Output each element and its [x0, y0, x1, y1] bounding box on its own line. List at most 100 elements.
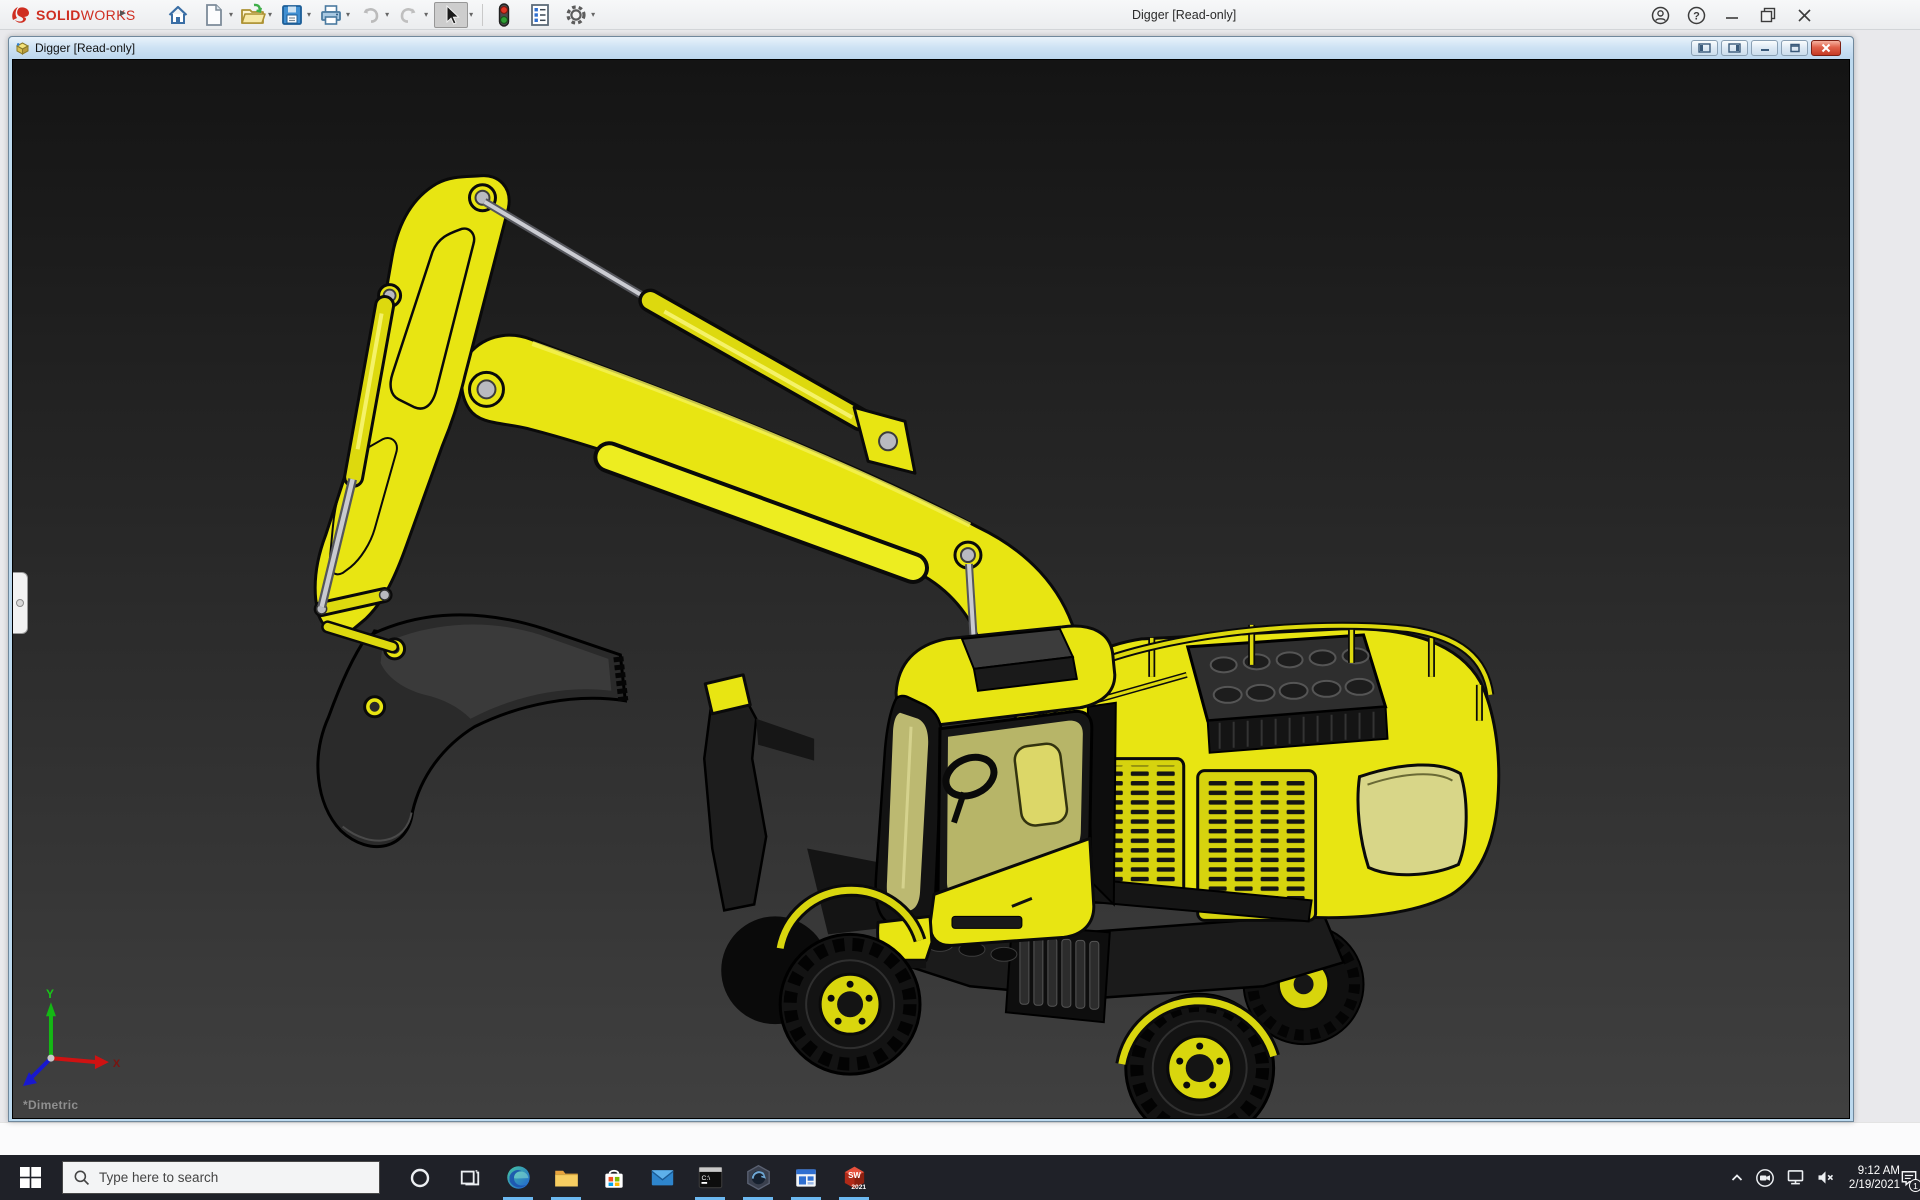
undo-button[interactable] — [356, 2, 384, 28]
file-properties-button[interactable] — [526, 2, 554, 28]
taskbar-app-file-explorer[interactable] — [542, 1155, 590, 1200]
file-properties-icon — [529, 3, 551, 27]
status-bar — [0, 1122, 1920, 1155]
excavator-model[interactable]: Y X — [13, 60, 1849, 1118]
restore-button[interactable] — [1758, 5, 1778, 25]
edge-icon — [505, 1164, 532, 1191]
tray-network-button[interactable] — [1780, 1155, 1810, 1200]
search-input[interactable] — [99, 1170, 349, 1185]
mail-icon — [649, 1164, 676, 1191]
taskbar-app-store[interactable] — [590, 1155, 638, 1200]
task-view-icon — [459, 1167, 481, 1189]
redo-dropdown-caret[interactable]: ▾ — [424, 11, 428, 19]
redo-button[interactable] — [395, 2, 423, 28]
graphics-viewport[interactable]: Y X *Dimetric — [12, 59, 1850, 1119]
windows-taskbar: C:\ SW2021 9:12 AM 2/19/2021 1 — [0, 1155, 1920, 1200]
quick-access-toolbar: ▾ ▾ ▾ ▾ ▾ ▾ ▾ — [164, 1, 601, 29]
doc-pane-right-button[interactable] — [1721, 40, 1748, 56]
redo-icon — [397, 3, 421, 27]
application-title: Digger [Read-only] — [1132, 8, 1236, 22]
doc-minimize-button[interactable] — [1751, 40, 1778, 56]
taskbar-search[interactable] — [62, 1161, 380, 1194]
cortana-icon — [409, 1167, 431, 1189]
part-document-icon — [15, 41, 30, 56]
app-window-controls: ? — [1650, 0, 1814, 30]
feature-pane-collapsed-tab[interactable] — [13, 572, 28, 634]
taskbar-app-edrawings[interactable] — [734, 1155, 782, 1200]
document-window-controls — [1691, 40, 1841, 56]
select-tool-button[interactable] — [434, 2, 468, 28]
view-orientation-label: *Dimetric — [23, 1098, 78, 1112]
cortana-button[interactable] — [396, 1155, 444, 1200]
new-document-button[interactable] — [200, 2, 228, 28]
document-titlebar[interactable]: Digger [Read-only] — [9, 37, 1853, 59]
options-dropdown-caret[interactable]: ▾ — [591, 11, 595, 19]
notification-badge: 1 — [1909, 1179, 1920, 1192]
cab-seat — [1013, 742, 1068, 827]
app-window-icon — [793, 1165, 819, 1191]
task-view-button[interactable] — [446, 1155, 494, 1200]
document-window: Digger [Read-only] — [8, 36, 1854, 1122]
toolbar-separator — [482, 4, 483, 26]
tray-meet-now-button[interactable] — [1750, 1155, 1780, 1200]
store-icon — [601, 1165, 627, 1191]
rebuild-button[interactable] — [490, 2, 518, 28]
home-icon — [166, 3, 190, 27]
open-icon — [240, 3, 266, 27]
account-button[interactable] — [1650, 5, 1670, 25]
close-button[interactable] — [1794, 5, 1814, 25]
action-center-button[interactable]: 1 — [1896, 1155, 1920, 1200]
body-side-window — [1358, 765, 1466, 875]
chevron-up-icon — [1729, 1170, 1745, 1186]
account-icon — [1651, 6, 1670, 25]
options-button[interactable] — [562, 2, 590, 28]
open-button[interactable] — [239, 2, 267, 28]
taskbar-app-cmd[interactable]: C:\ — [686, 1155, 734, 1200]
doc-pane-left-button[interactable] — [1691, 40, 1718, 56]
taskbar-app-solidworks[interactable]: SW2021 — [830, 1155, 878, 1200]
orientation-triad: Y X — [23, 987, 121, 1086]
open-dropdown-caret[interactable]: ▾ — [268, 11, 272, 19]
svg-text:?: ? — [1693, 10, 1700, 22]
restore-icon — [1760, 7, 1776, 23]
menu-expand-arrow[interactable]: ► — [118, 8, 128, 19]
undo-dropdown-caret[interactable]: ▾ — [385, 11, 389, 19]
undo-icon — [358, 3, 382, 27]
print-dropdown-caret[interactable]: ▾ — [346, 11, 350, 19]
help-button[interactable]: ? — [1686, 5, 1706, 25]
taskbar-app-edge[interactable] — [494, 1155, 542, 1200]
select-dropdown-caret[interactable]: ▾ — [469, 11, 473, 19]
save-button[interactable] — [278, 2, 306, 28]
windows-logo-icon — [20, 1167, 41, 1188]
document-title: Digger [Read-only] — [35, 41, 135, 55]
solidworks-2021-icon: SW2021 — [840, 1163, 869, 1192]
taskbar-app-blue-window[interactable] — [782, 1155, 830, 1200]
volume-muted-icon — [1815, 1167, 1836, 1188]
home-button[interactable] — [164, 2, 192, 28]
excavator-bucket[interactable] — [318, 615, 625, 847]
new-dropdown-caret[interactable]: ▾ — [229, 11, 233, 19]
minimize-icon — [1725, 8, 1739, 22]
taskbar-clock[interactable]: 9:12 AM 2/19/2021 — [1836, 1155, 1902, 1200]
close-icon — [1797, 8, 1812, 23]
print-button[interactable] — [317, 2, 345, 28]
save-dropdown-caret[interactable]: ▾ — [307, 11, 311, 19]
search-icon — [73, 1169, 90, 1186]
pane-tab-handle — [16, 599, 24, 607]
taskbar-app-mail[interactable] — [638, 1155, 686, 1200]
minimize-button[interactable] — [1722, 5, 1742, 25]
save-icon — [280, 3, 304, 27]
screen: SOLIDWORKS ► ▾ ▾ ▾ ▾ — [0, 0, 1920, 1200]
clock-time: 9:12 AM — [1858, 1164, 1900, 1178]
triad-x-label: X — [113, 1058, 121, 1070]
solidworks-logo-icon — [10, 5, 32, 25]
doc-restore-button[interactable] — [1781, 40, 1808, 56]
solidworks-logo: SOLIDWORKS — [10, 5, 136, 25]
start-button[interactable] — [0, 1155, 60, 1200]
tray-chevron-button[interactable] — [1722, 1155, 1752, 1200]
application-titlebar: SOLIDWORKS ► ▾ ▾ ▾ ▾ — [0, 0, 1920, 30]
doc-close-button[interactable] — [1811, 40, 1841, 56]
edrawings-hexagon-icon — [745, 1164, 772, 1191]
meet-now-camera-icon — [1755, 1168, 1775, 1188]
command-prompt-icon: C:\ — [697, 1164, 724, 1191]
